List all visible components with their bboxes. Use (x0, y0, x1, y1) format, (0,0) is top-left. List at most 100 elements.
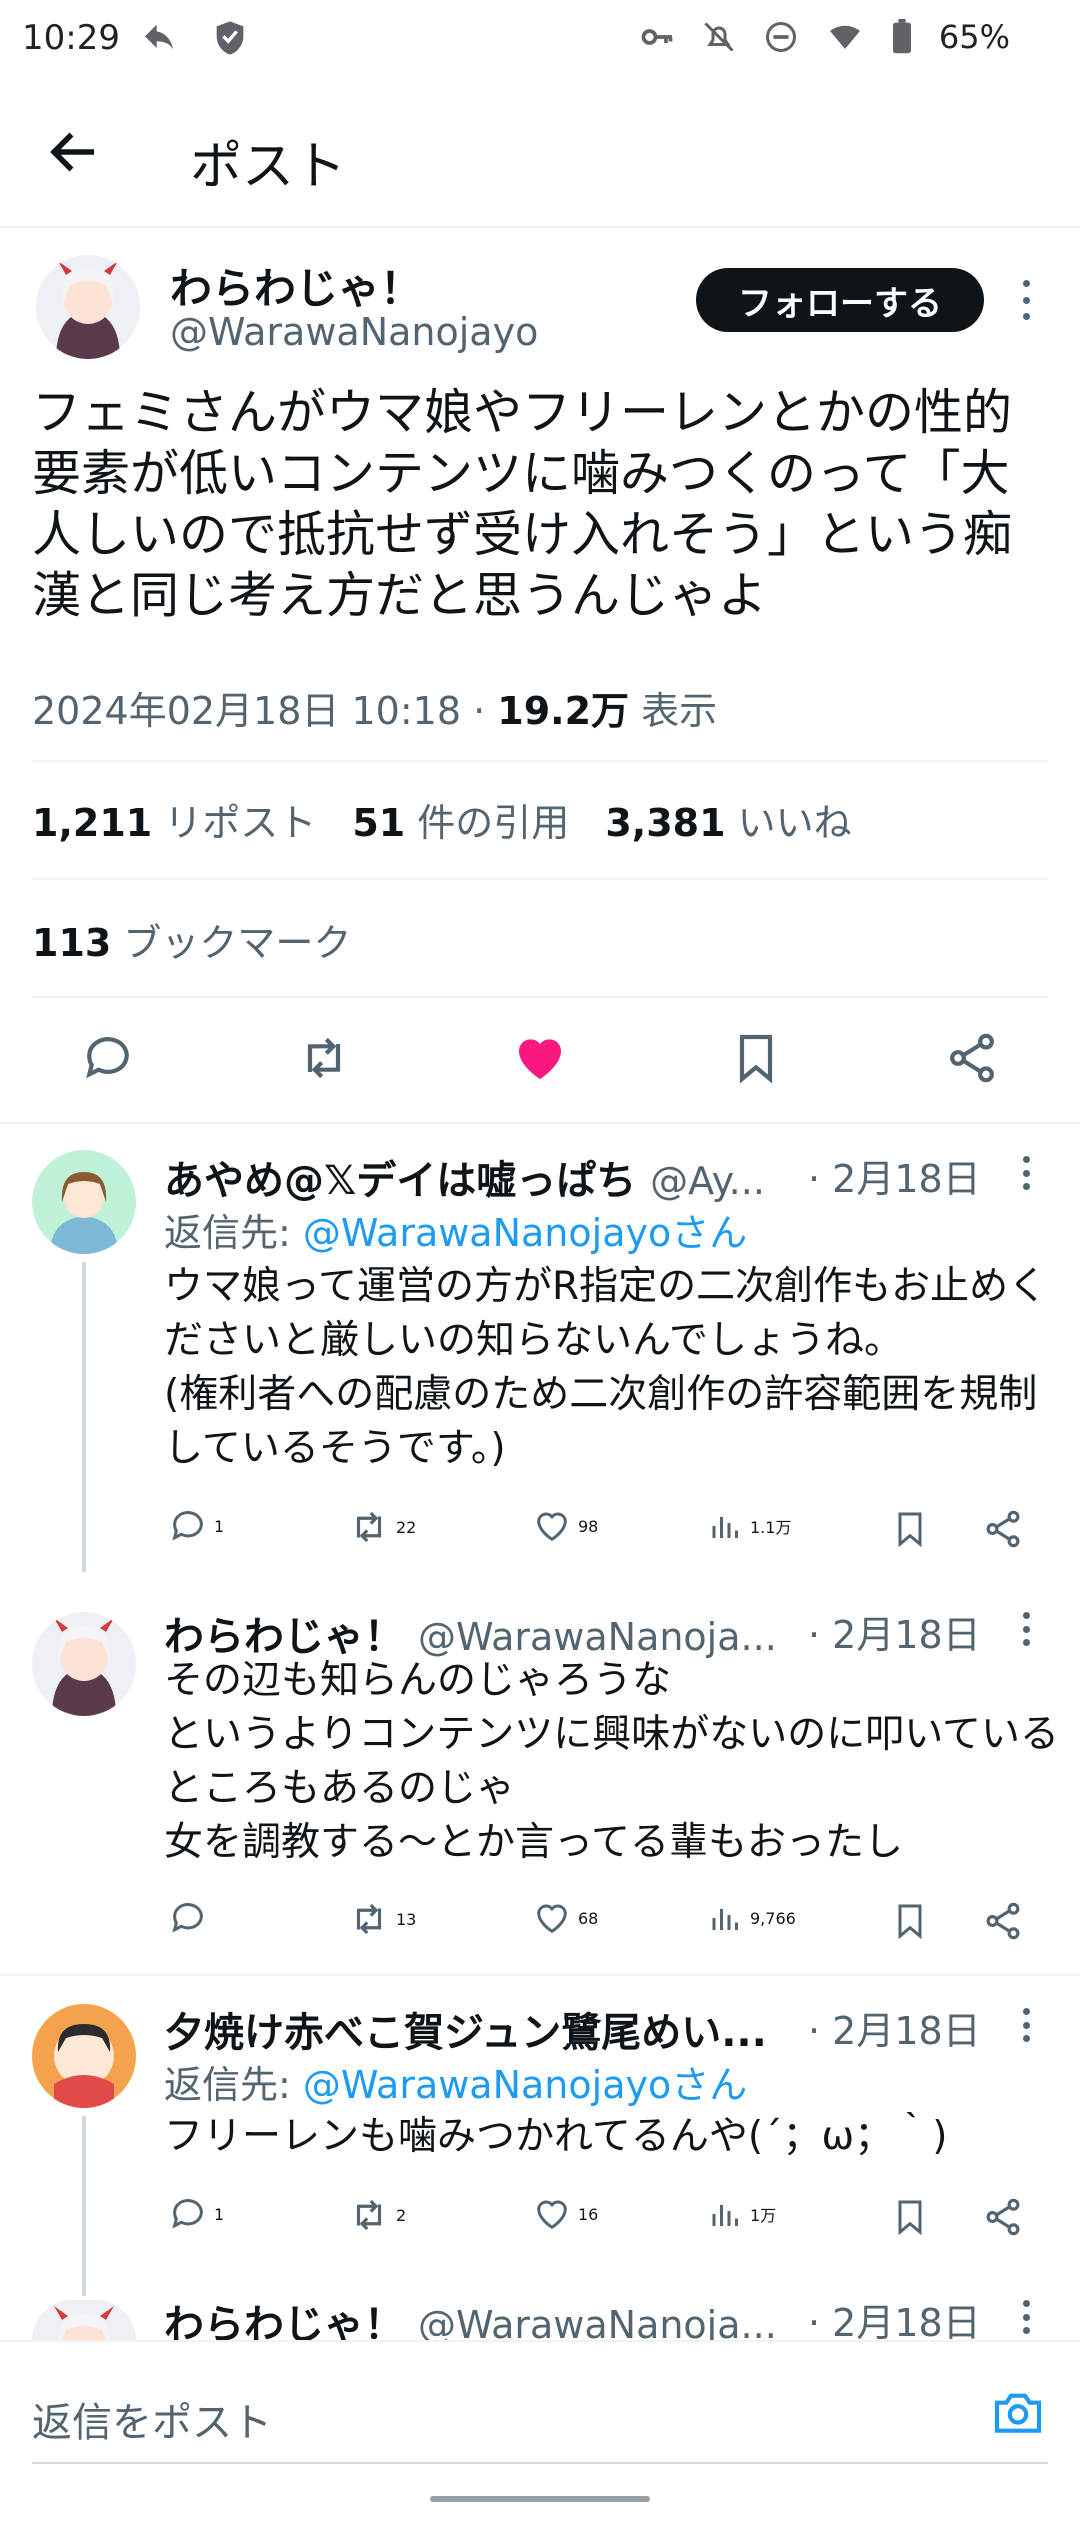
reply-avatar[interactable] (32, 1150, 136, 1254)
repost-icon (356, 1903, 382, 1935)
share-icon[interactable] (944, 1030, 1000, 1086)
status-left-icons (140, 18, 250, 58)
more-options-icon[interactable] (1016, 2300, 1036, 2334)
views-button[interactable]: 1.1万 (708, 1506, 791, 1546)
reply-icon (172, 1511, 203, 1541)
quote-label: 件の引用 (417, 801, 570, 845)
bookmark-stat[interactable]: 113 ブックマーク (32, 912, 351, 967)
page-title: ポスト (190, 137, 347, 197)
dnd-icon (765, 22, 796, 52)
author-handle[interactable]: @WarawaNanojayo (170, 310, 538, 354)
home-indicator[interactable] (430, 2496, 650, 2502)
author-avatar[interactable] (36, 255, 140, 359)
status-right: 65% (639, 18, 1010, 56)
repost-count: 2 (396, 2205, 407, 2225)
view-count: 9,766 (750, 1908, 796, 1928)
reply-date: · 2月18日 (808, 1613, 981, 1657)
repost-label: リポスト (164, 801, 317, 845)
reply-icon (172, 2199, 203, 2229)
bookmark-count: 113 (32, 921, 112, 965)
reply-icon[interactable] (80, 1030, 136, 1086)
reply-count: 1 (214, 1516, 225, 1536)
like-count: 3,381 (605, 801, 726, 845)
views-button[interactable]: 9,766 (708, 1898, 796, 1938)
views-button[interactable]: 1万 (708, 2194, 776, 2234)
reply-handle: @Ay... (650, 1159, 765, 1203)
heart-icon (537, 1512, 567, 1542)
reply-to-prefix: 返信先: (164, 2063, 303, 2107)
reply-avatar[interactable] (32, 2300, 136, 2340)
heart-icon (537, 2200, 567, 2230)
views-chart-icon (712, 2205, 738, 2226)
repost-stat[interactable]: 1,211 リポスト (32, 792, 316, 847)
reply-button[interactable]: 1 (168, 1506, 224, 1546)
repost-icon[interactable] (296, 1030, 352, 1086)
share-icon[interactable] (982, 1900, 1024, 1942)
reply-button[interactable]: 1 (168, 2194, 224, 2234)
like-heart-icon[interactable] (512, 1030, 568, 1086)
reply-date: · 2月18日 (808, 1157, 981, 1201)
share-icon[interactable] (982, 2196, 1024, 2238)
mute-bell-icon (704, 22, 734, 52)
repost-button[interactable]: 22 (348, 1506, 416, 1548)
reply-name-text: あやめ@𝕏デイは嘘っぱち (164, 1158, 637, 1204)
like-button[interactable]: 68 (532, 1898, 598, 1938)
like-stat[interactable]: 3,381 いいね (605, 792, 851, 847)
view-count: 19.2万 (497, 689, 630, 733)
status-time: 10:29 (22, 18, 120, 58)
battery-percent: 65% (938, 18, 1010, 56)
divider (0, 1122, 1080, 1124)
repost-count: 22 (396, 1517, 417, 1537)
bookmark-icon[interactable] (728, 1030, 784, 1086)
reply-to-link[interactable]: @WarawaNanojayoさん (303, 1211, 747, 1255)
more-options-icon[interactable] (1016, 280, 1036, 320)
back-arrow-icon[interactable] (44, 122, 104, 182)
camera-icon[interactable] (990, 2384, 1046, 2440)
reply-author-name[interactable]: あやめ@𝕏デイは嘘っぱち @Ay... (164, 1148, 765, 1206)
post-datetime: 2024年02月18日 10:18 (32, 689, 462, 733)
reply-to-link[interactable]: @WarawaNanojayoさん (303, 2063, 747, 2107)
reply-button[interactable] (168, 1898, 214, 1938)
reply-to-line: 返信先: @WarawaNanojayoさん (164, 1202, 747, 1257)
like-label: いいね (737, 801, 852, 845)
like-count: 98 (578, 1516, 599, 1536)
reply-author-name[interactable]: 夕焼け赤べこ賀ジュン鷺尾めい... (164, 2000, 767, 2058)
like-button[interactable]: 98 (532, 1506, 598, 1546)
bookmark-label: ブックマーク (123, 921, 352, 965)
engagement-stats: 1,211 リポスト 51 件の引用 3,381 いいね (32, 792, 852, 847)
repost-count: 13 (396, 1909, 417, 1929)
reply-avatar[interactable] (32, 1612, 136, 1716)
more-options-icon[interactable] (1016, 1156, 1036, 1190)
divider (32, 878, 1048, 880)
view-label: 表示 (641, 689, 718, 733)
reply-input[interactable]: 返信をポスト (32, 2390, 272, 2448)
status-bar: 10:29 65% (0, 0, 1080, 80)
follow-button[interactable]: フォローする (696, 268, 984, 332)
bookmark-icon[interactable] (890, 1508, 930, 1550)
bookmark-icon[interactable] (890, 2196, 930, 2238)
more-options-icon[interactable] (1016, 2008, 1036, 2042)
top-app-bar: ポスト (0, 80, 1080, 228)
repost-button[interactable]: 2 (348, 2194, 406, 2236)
reply-date: · 2月18日 (808, 2301, 981, 2345)
reply-arrow-icon (145, 24, 174, 50)
reply-handle: @WarawaNanoja... (417, 1615, 777, 1659)
bookmark-icon[interactable] (890, 1900, 930, 1942)
view-count: 1万 (750, 2206, 777, 2225)
more-options-icon[interactable] (1016, 1612, 1036, 1646)
like-count: 16 (578, 2204, 599, 2224)
wifi-icon (829, 25, 860, 49)
like-button[interactable]: 16 (532, 2194, 598, 2234)
divider (0, 1974, 1080, 1976)
quote-stat[interactable]: 51 件の引用 (352, 792, 569, 847)
reply-to-prefix: 返信先: (164, 1211, 303, 1255)
share-icon[interactable] (982, 1508, 1024, 1550)
repost-icon (356, 2199, 382, 2231)
author-name[interactable]: わらわじゃ！ (170, 255, 422, 316)
heart-icon (537, 1904, 567, 1934)
reply-avatar[interactable] (32, 2004, 136, 2108)
like-count: 68 (578, 1908, 599, 1928)
reply-action-bar: 1 2 16 1万 (164, 2194, 1044, 2244)
reply-text: ウマ娘って運営の方がR指定の二次創作もお止めくださいと厳しいの知らないんでしょう… (164, 1264, 1048, 1471)
repost-button[interactable]: 13 (348, 1898, 416, 1940)
